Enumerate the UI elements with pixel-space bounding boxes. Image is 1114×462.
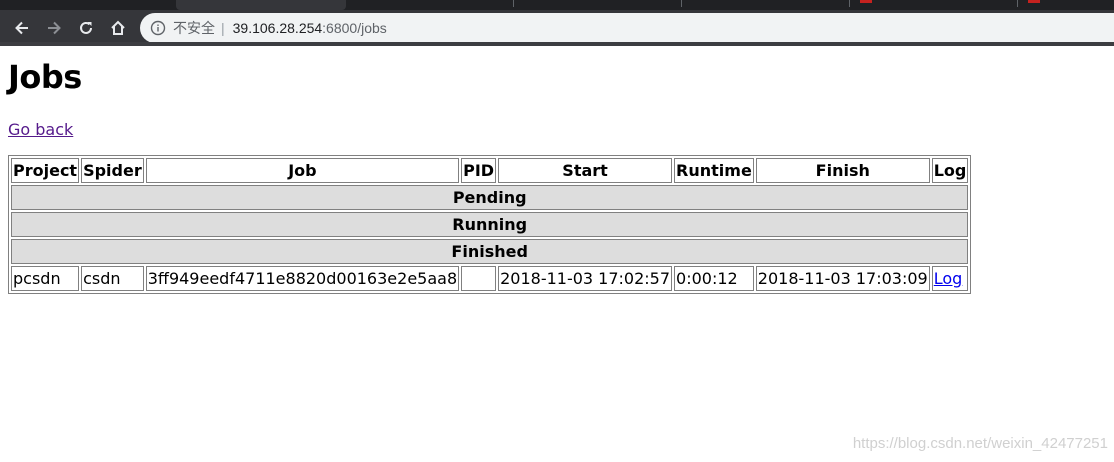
header-runtime: Runtime [674, 158, 754, 183]
info-icon[interactable] [150, 20, 166, 36]
header-start: Start [498, 158, 673, 183]
cell-project: pcsdn [11, 266, 80, 291]
table-row: pcsdn csdn 3ff949eedf4711e8820d00163e2e5… [11, 266, 969, 291]
header-spider: Spider [81, 158, 144, 183]
arrow-left-icon [15, 21, 28, 35]
section-row-pending: Pending [11, 185, 969, 210]
header-log: Log [931, 158, 969, 183]
home-button[interactable] [104, 14, 132, 42]
cell-pid [461, 266, 497, 291]
log-link[interactable]: Log [934, 269, 963, 288]
address-bar[interactable]: 不安全 | 39.106.28.254 :6800/jobs [140, 13, 1114, 43]
cell-start: 2018-11-03 17:02:57 [498, 266, 673, 291]
header-job: Job [145, 158, 460, 183]
active-tab[interactable] [176, 0, 346, 10]
tab-strip [0, 0, 1114, 10]
cell-log: Log [931, 266, 969, 291]
header-finish: Finish [755, 158, 930, 183]
security-label: 不安全 [173, 20, 215, 36]
header-project: Project [11, 158, 80, 183]
url-path: :6800/jobs [322, 20, 387, 36]
tab-favicon [860, 0, 872, 3]
tab-separator [681, 0, 682, 7]
tab-favicon [1028, 0, 1040, 3]
page-title: Jobs [8, 58, 82, 96]
reload-icon [80, 21, 92, 34]
watermark-text: https://blog.csdn.net/weixin_42477251 [852, 435, 1108, 452]
toolbar-bottom-border [0, 42, 1114, 46]
url-host: 39.106.28.254 [232, 20, 323, 36]
back-button[interactable] [8, 14, 36, 42]
cell-spider: csdn [81, 266, 144, 291]
cell-runtime: 0:00:12 [674, 266, 754, 291]
tab-separator [1017, 0, 1018, 7]
browser-toolbar: 不安全 | 39.106.28.254 :6800/jobs [0, 10, 1114, 46]
forward-button[interactable] [40, 14, 68, 42]
home-icon [111, 20, 125, 35]
tab-separator [513, 0, 514, 7]
cell-job: 3ff949eedf4711e8820d00163e2e5aa8 [145, 266, 460, 291]
page-content: Jobs Go back Project Spider Job PID Star… [8, 46, 972, 294]
reload-button[interactable] [72, 14, 100, 42]
go-back-link[interactable]: Go back [8, 120, 73, 140]
jobs-table: Project Spider Job PID Start Runtime Fin… [8, 155, 972, 294]
section-row-running: Running [11, 212, 969, 237]
section-finished: Finished [11, 239, 969, 264]
header-pid: PID [461, 158, 497, 183]
cell-finish: 2018-11-03 17:03:09 [755, 266, 930, 291]
section-running: Running [11, 212, 969, 237]
tab-separator [849, 0, 850, 7]
table-header-row: Project Spider Job PID Start Runtime Fin… [11, 158, 969, 183]
section-row-finished: Finished [11, 239, 969, 264]
security-divider: | [221, 20, 225, 36]
arrow-right-icon [48, 21, 61, 35]
section-pending: Pending [11, 185, 969, 210]
